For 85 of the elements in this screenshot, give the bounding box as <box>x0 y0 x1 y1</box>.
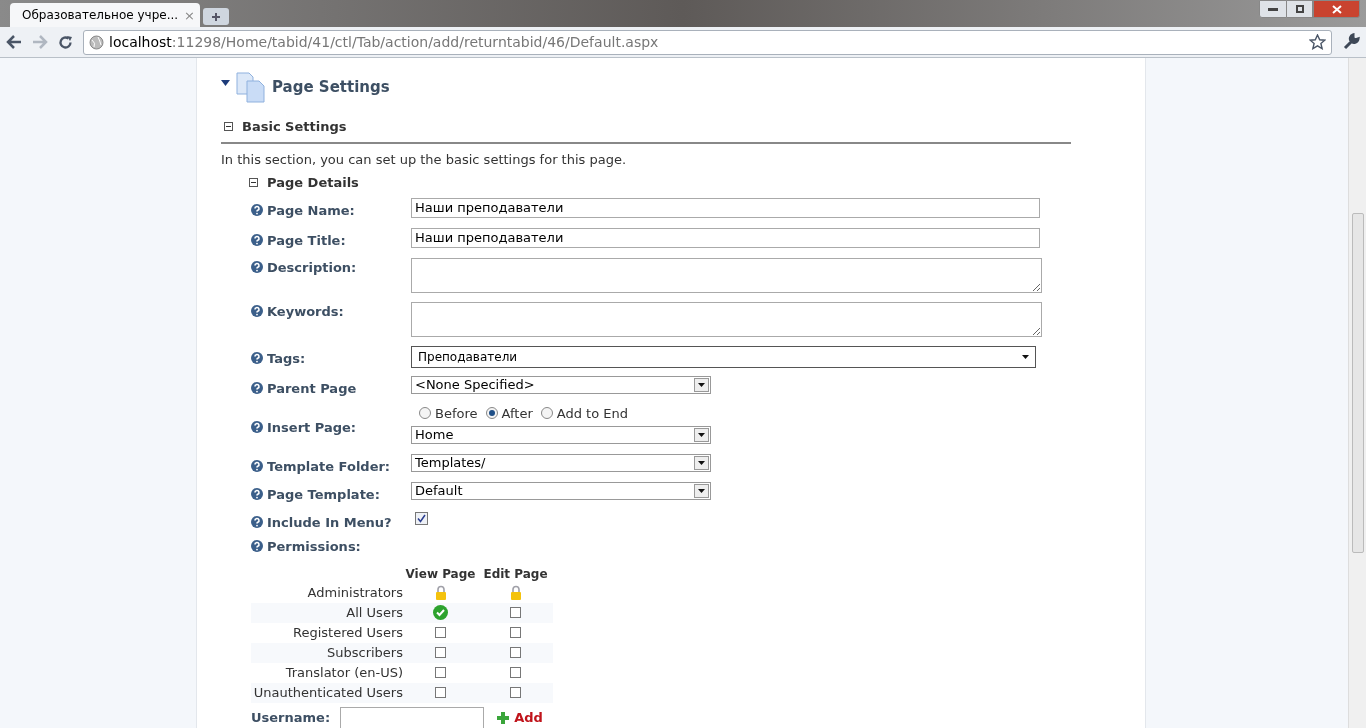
help-icon[interactable] <box>251 305 263 318</box>
checkbox[interactable] <box>415 511 428 525</box>
plus-icon <box>211 11 221 22</box>
checkbox[interactable] <box>435 627 446 638</box>
help-icon[interactable] <box>251 516 263 529</box>
checkbox[interactable] <box>510 607 521 618</box>
role-label: All Users <box>345 603 403 622</box>
column-header: View Page <box>405 565 476 583</box>
new-tab-button[interactable] <box>203 8 229 25</box>
role-label: Registered Users <box>291 623 403 642</box>
checkbox[interactable] <box>435 667 446 678</box>
globe-icon <box>89 34 104 50</box>
text-field[interactable]: Наши преподаватели <box>411 197 1040 218</box>
address-bar[interactable]: localhost:11298/Home/tabid/41/ctl/Tab/action/add/returntabid/46/Default.aspx <box>83 29 1332 55</box>
collapse-icon[interactable] <box>249 178 258 188</box>
tab-title: Образовательное учре... <box>22 7 179 24</box>
radio-option[interactable]: Before <box>419 403 478 423</box>
username-field[interactable] <box>340 706 485 728</box>
browser-tab[interactable]: Образовательное учре... × <box>10 3 200 27</box>
checkbox[interactable] <box>435 687 446 698</box>
field-label: Description: <box>267 258 357 277</box>
field-label: Include In Menu? <box>267 513 392 532</box>
help-icon[interactable] <box>251 234 263 247</box>
checkmark-circle-icon[interactable] <box>433 605 448 620</box>
help-icon[interactable] <box>251 488 263 501</box>
padlock-icon <box>509 585 522 600</box>
field-label: Page Name: <box>267 201 355 220</box>
padlock-icon <box>434 585 447 600</box>
text-field[interactable]: Наши преподаватели <box>411 227 1040 248</box>
close-window-button[interactable] <box>1313 0 1360 18</box>
role-label: Administrators <box>306 583 403 602</box>
role-label: Unauthenticated Users <box>252 683 403 702</box>
radio-option[interactable]: Add to End <box>540 403 628 423</box>
field-label: Keywords: <box>267 302 344 321</box>
help-icon[interactable] <box>251 540 263 553</box>
role-label: Subscribers <box>326 643 403 662</box>
dropdown-select[interactable]: Home <box>411 426 711 444</box>
field-label: Parent Page <box>267 379 357 398</box>
triangle-icon[interactable] <box>221 79 230 86</box>
field-label: Page Template: <box>267 485 380 504</box>
collapse-icon[interactable] <box>224 122 233 132</box>
dropdown-select[interactable]: <None Specified> <box>411 375 711 394</box>
dropdown-select[interactable]: Templates/ <box>411 453 711 472</box>
textarea-field[interactable] <box>411 301 1042 337</box>
plus-icon <box>496 710 511 725</box>
checkbox[interactable] <box>435 647 446 658</box>
help-icon[interactable] <box>251 204 263 217</box>
back-arrow-icon[interactable] <box>6 35 22 49</box>
username-label: Username: <box>251 708 331 727</box>
column-header: Edit Page <box>483 565 548 583</box>
checkbox[interactable] <box>510 667 521 678</box>
close-tab-button[interactable]: × <box>184 8 195 22</box>
field-label: Template Folder: <box>267 457 391 476</box>
close-icon <box>1331 4 1342 14</box>
url-text: localhost:11298/Home/tabid/41/ctl/Tab/action/add/returntabid/46/Default.aspx <box>109 32 659 52</box>
minimize-button[interactable] <box>1259 0 1287 18</box>
field-label: Tags: <box>267 349 306 368</box>
checkbox[interactable] <box>510 647 521 658</box>
section-description: In this section, you can set up the basic settings for this page. <box>221 150 628 169</box>
role-label: Translator (en-US) <box>284 663 403 682</box>
documents-icon <box>236 72 266 103</box>
help-icon[interactable] <box>251 261 263 274</box>
section-heading[interactable]: Basic Settings <box>242 117 347 137</box>
help-icon[interactable] <box>251 460 263 473</box>
help-icon[interactable] <box>251 382 263 395</box>
field-label: Page Title: <box>267 231 346 250</box>
field-label: Insert Page: <box>267 418 357 437</box>
page-title: Page Settings <box>272 77 390 99</box>
caret-icon <box>1022 354 1029 359</box>
scrollbar[interactable] <box>1348 58 1366 728</box>
help-icon[interactable] <box>251 352 263 365</box>
reload-icon[interactable] <box>58 34 73 50</box>
checkbox[interactable] <box>510 627 521 638</box>
tags-field[interactable]: Преподаватели <box>411 345 1036 368</box>
subsection-heading[interactable]: Page Details <box>267 173 359 193</box>
field-label: Permissions: <box>267 537 361 556</box>
radio-option[interactable]: After <box>485 403 533 423</box>
dropdown-select[interactable]: Default <box>411 481 711 500</box>
wrench-icon[interactable] <box>1342 33 1360 51</box>
checkbox[interactable] <box>510 687 521 698</box>
add-button[interactable]: Add <box>496 707 543 728</box>
restore-button[interactable] <box>1287 0 1313 18</box>
textarea-field[interactable] <box>411 257 1042 293</box>
help-icon[interactable] <box>251 421 263 434</box>
star-icon[interactable] <box>1309 34 1326 50</box>
